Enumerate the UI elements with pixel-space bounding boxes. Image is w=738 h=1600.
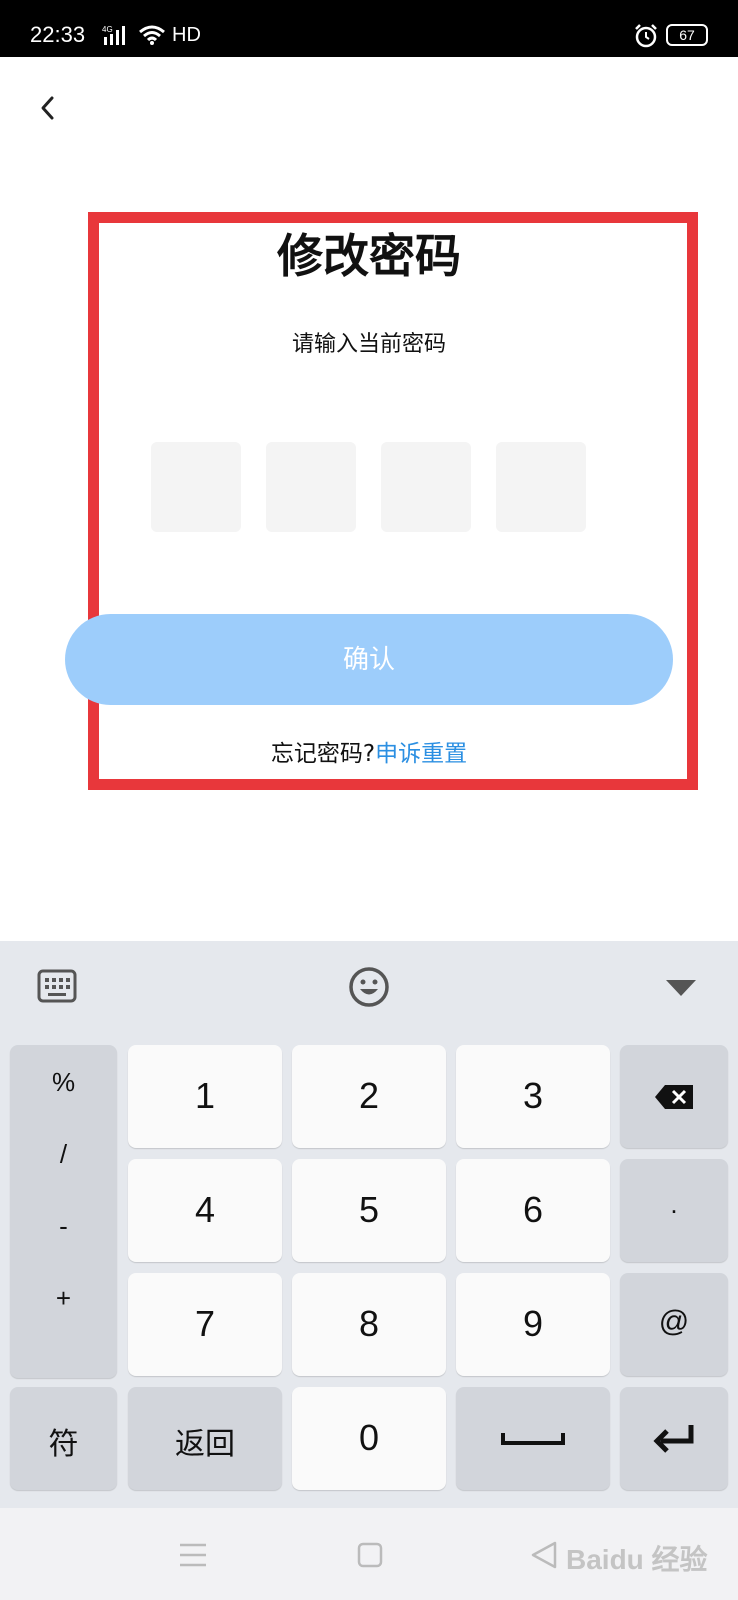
key-9[interactable]: 9 [456, 1273, 610, 1376]
forgot-password-text: 忘记密码? [270, 741, 376, 767]
key-symbols[interactable]: 符 [10, 1387, 117, 1490]
key-0[interactable]: 0 [292, 1387, 446, 1490]
key-5[interactable]: 5 [292, 1159, 446, 1262]
battery-icon: 67 [666, 24, 708, 46]
home-icon[interactable] [357, 1542, 383, 1568]
collapse-icon[interactable] [664, 976, 698, 1000]
space-icon [501, 1433, 565, 1445]
enter-icon [653, 1425, 694, 1453]
wifi-icon [139, 25, 165, 45]
reset-link[interactable]: 申诉重置 [375, 741, 467, 767]
confirm-button[interactable]: 确认 [65, 614, 673, 705]
key-1[interactable]: 1 [128, 1045, 282, 1148]
status-bar: 22:33 4G HD 67 [0, 0, 738, 57]
key-back[interactable]: 返回 [128, 1387, 282, 1490]
symbol-column: % / - + [10, 1045, 117, 1378]
alarm-icon [635, 24, 657, 48]
key-4[interactable]: 4 [128, 1159, 282, 1262]
key-6[interactable]: 6 [456, 1159, 610, 1262]
key-space[interactable] [456, 1387, 610, 1490]
keyboard-icon[interactable] [37, 969, 77, 1003]
key-slash[interactable]: / [10, 1139, 117, 1170]
network-label: 4G [102, 25, 113, 34]
key-plus[interactable]: + [10, 1283, 117, 1314]
numeric-keyboard: % / - + 1 2 3 4 5 6 . 7 8 9 @ 符 返回 0 [0, 941, 738, 1508]
forgot-password-row: 忘记密码?申诉重置 [0, 734, 738, 768]
key-2[interactable]: 2 [292, 1045, 446, 1148]
navigation-bar: Baidu 经验 [0, 1508, 738, 1600]
emoji-icon[interactable] [348, 966, 390, 1008]
key-3[interactable]: 3 [456, 1045, 610, 1148]
signal-icon: 4G [102, 25, 125, 45]
hd-label: HD [172, 24, 201, 46]
key-dot[interactable]: . [620, 1159, 728, 1262]
baidu-watermark: Baidu 经验 [566, 1544, 708, 1575]
back-icon[interactable] [530, 1540, 558, 1570]
menu-icon[interactable] [178, 1542, 208, 1568]
key-backspace[interactable] [620, 1045, 728, 1148]
back-arrow-icon[interactable] [34, 90, 62, 126]
pin-box-3[interactable] [381, 442, 471, 532]
page-title: 修改密码 [277, 229, 461, 283]
password-prompt: 请输入当前密码 [291, 332, 446, 357]
key-7[interactable]: 7 [128, 1273, 282, 1376]
key-enter[interactable] [620, 1387, 728, 1490]
pin-box-2[interactable] [266, 442, 356, 532]
status-time: 22:33 [30, 22, 86, 47]
pin-box-4[interactable] [496, 442, 586, 532]
pin-box-1[interactable] [151, 442, 241, 532]
key-8[interactable]: 8 [292, 1273, 446, 1376]
key-minus[interactable]: - [10, 1211, 117, 1242]
key-at[interactable]: @ [620, 1273, 728, 1376]
backspace-icon [655, 1085, 693, 1109]
key-percent[interactable]: % [10, 1067, 117, 1098]
